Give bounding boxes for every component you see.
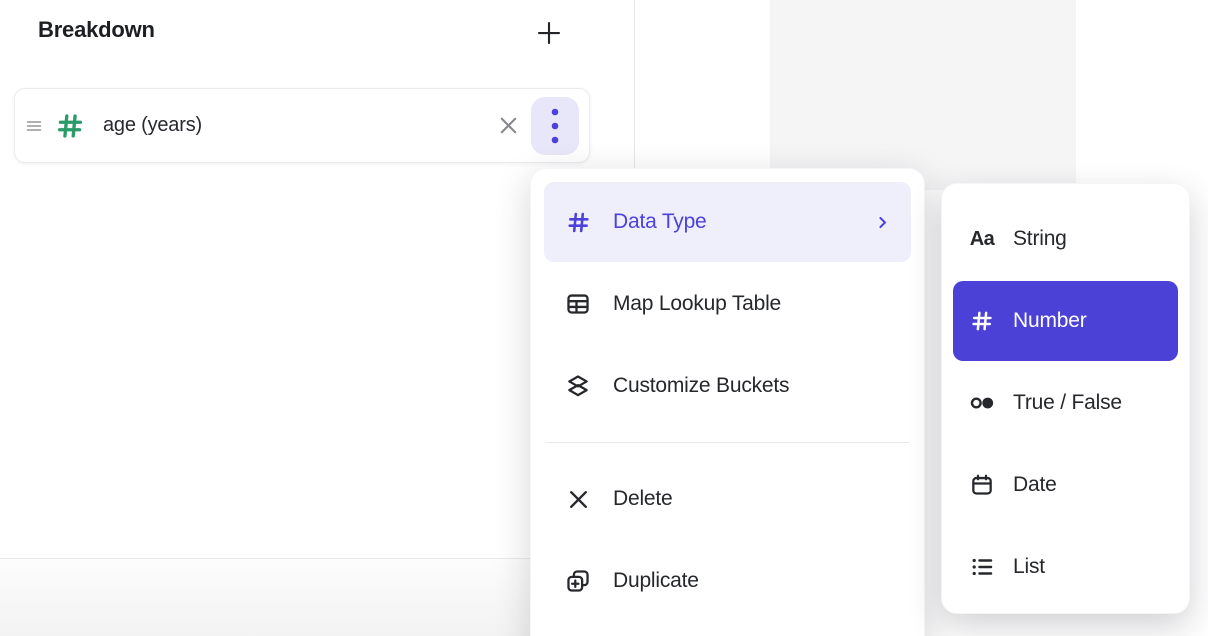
field-options-menu: Data Type Map Lookup Table [530, 168, 925, 636]
submenu-item-label: Number [1013, 309, 1087, 333]
field-label: age (years) [103, 114, 202, 137]
drag-handle-icon[interactable] [23, 115, 45, 137]
submenu-item-string[interactable]: Aa String [953, 199, 1178, 279]
menu-item-label: Data Type [613, 210, 707, 234]
table-icon [562, 291, 594, 317]
menu-item-customize-buckets[interactable]: Customize Buckets [544, 346, 911, 426]
submenu-item-date[interactable]: Date [953, 445, 1178, 525]
list-icon [967, 554, 997, 580]
menu-item-map-lookup-table[interactable]: Map Lookup Table [544, 264, 911, 344]
menu-item-label: Duplicate [613, 569, 699, 593]
field-options-button[interactable] [531, 97, 579, 155]
hash-icon [967, 308, 997, 334]
close-icon [497, 114, 520, 137]
string-icon: Aa [967, 228, 997, 251]
boolean-icon [967, 391, 997, 415]
calendar-icon [967, 472, 997, 498]
breakdown-field-card[interactable]: age (years) [14, 88, 590, 163]
menu-item-label: Delete [613, 487, 673, 511]
add-breakdown-button[interactable] [531, 15, 567, 51]
kebab-menu-icon [550, 107, 560, 145]
menu-item-duplicate[interactable]: Duplicate [544, 541, 911, 621]
duplicate-icon [562, 568, 594, 594]
page: Breakdown age (years) [0, 0, 1208, 636]
submenu-item-label: True / False [1013, 391, 1122, 415]
submenu-item-label: Date [1013, 473, 1057, 497]
delete-x-icon [562, 487, 594, 512]
hash-icon [562, 209, 594, 236]
layers-icon [562, 373, 594, 399]
content-placeholder [770, 0, 1076, 190]
remove-field-button[interactable] [491, 109, 525, 143]
submenu-item-number[interactable]: Number [953, 281, 1178, 361]
submenu-item-list[interactable]: List [953, 527, 1178, 607]
plus-icon [534, 18, 564, 48]
chevron-right-icon [874, 214, 891, 231]
submenu-item-true-false[interactable]: True / False [953, 363, 1178, 443]
menu-divider [546, 442, 909, 443]
menu-item-data-type[interactable]: Data Type [544, 182, 911, 262]
menu-item-label: Map Lookup Table [613, 292, 781, 316]
submenu-item-label: String [1013, 227, 1067, 251]
menu-item-label: Customize Buckets [613, 374, 789, 398]
number-hash-icon [53, 109, 87, 143]
breakdown-title: Breakdown [38, 17, 155, 43]
data-type-submenu: Aa String Number True / False [941, 183, 1190, 614]
menu-item-delete[interactable]: Delete [544, 459, 911, 539]
submenu-item-label: List [1013, 555, 1045, 579]
